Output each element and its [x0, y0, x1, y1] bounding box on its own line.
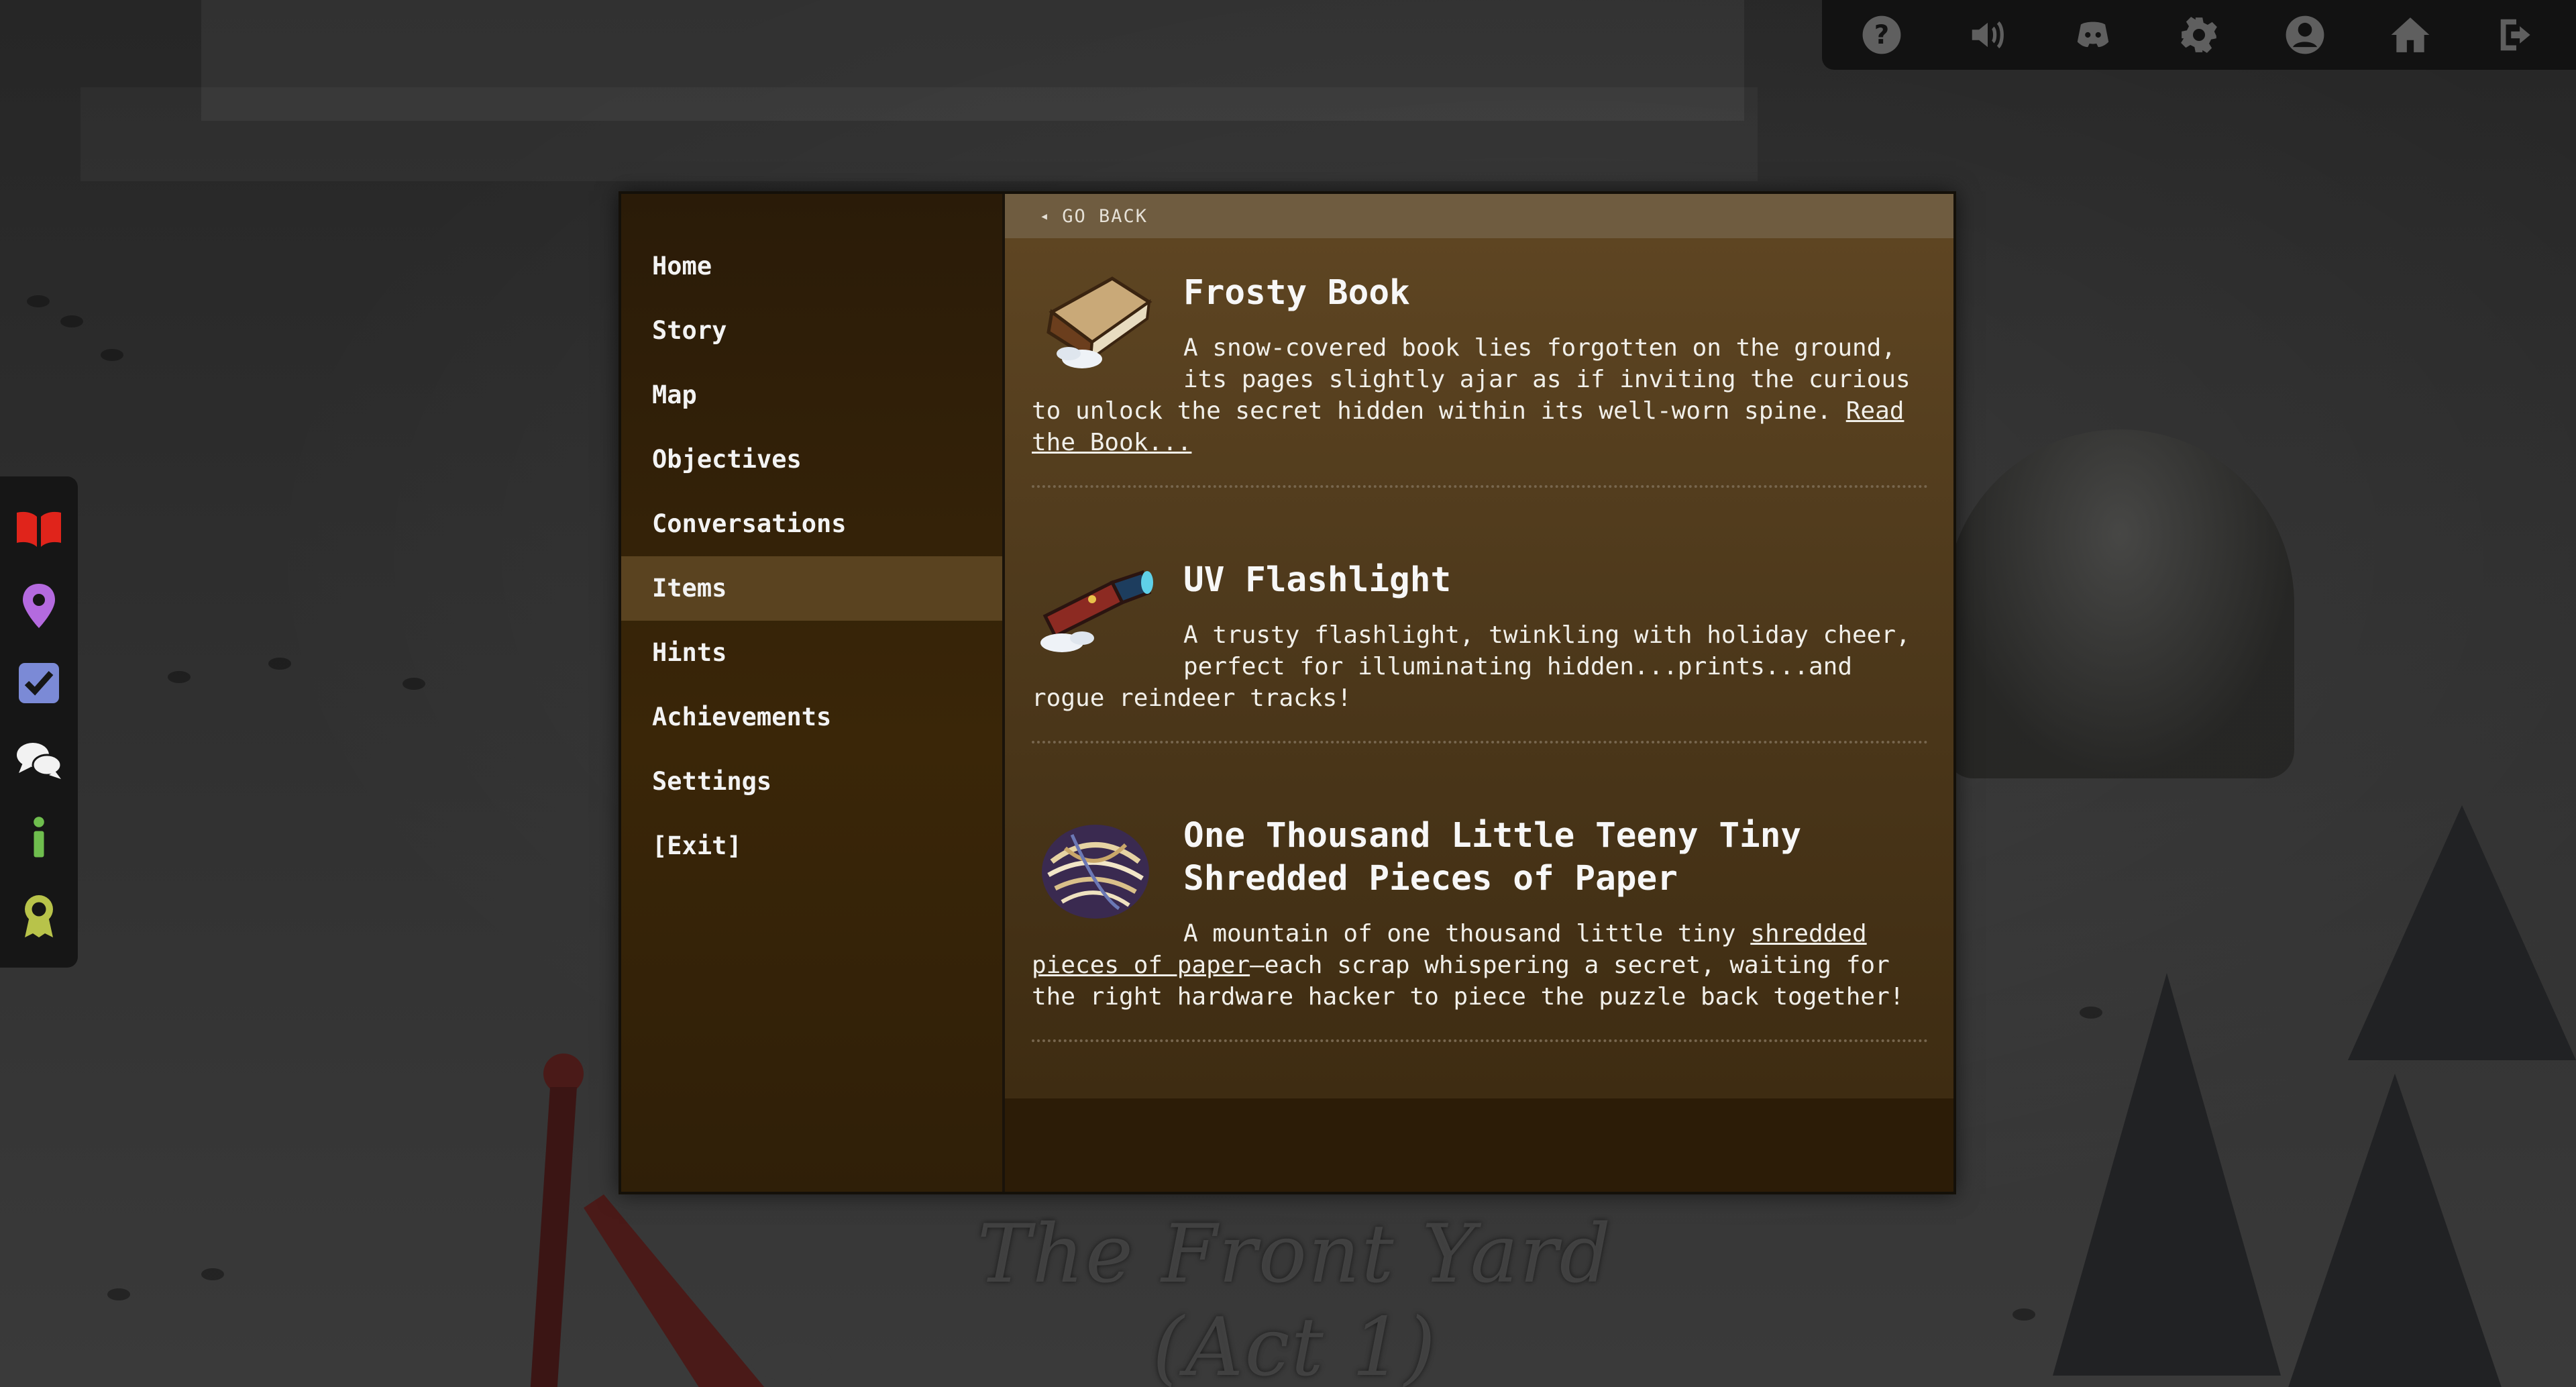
nav-item-settings[interactable]: Settings [621, 750, 1002, 814]
book-icon[interactable] [13, 503, 64, 554]
nav-item-conversations[interactable]: Conversations [621, 492, 1002, 556]
menu-navigation: Home Story Map Objectives Conversations … [621, 194, 1002, 1192]
footprint [168, 671, 191, 683]
list-item: UV Flashlight A trusty flashlight, twink… [1032, 525, 1928, 743]
snowy-pine-tree [2053, 973, 2281, 1376]
footprint [268, 658, 291, 670]
logout-icon[interactable] [2493, 11, 2540, 58]
nav-item-map[interactable]: Map [621, 363, 1002, 427]
go-back-label: GO BACK [1062, 205, 1148, 227]
snow-ledge [80, 87, 1758, 181]
achievement-badge-icon[interactable] [13, 890, 64, 941]
discord-icon[interactable] [2070, 11, 2116, 58]
nav-item-achievements[interactable]: Achievements [621, 685, 1002, 750]
list-item: One Thousand Little Teeny Tiny Shredded … [1032, 781, 1928, 1042]
nav-item-home[interactable]: Home [621, 234, 1002, 299]
nav-item-items[interactable]: Items [621, 556, 1002, 621]
footprint [402, 678, 425, 690]
snowy-pine-tree [2348, 805, 2576, 1060]
footprint [101, 349, 123, 361]
item-description-text: A mountain of one thousand little tiny [1183, 920, 1751, 947]
game-menu-dialog: Home Story Map Objectives Conversations … [619, 191, 1956, 1194]
yurt-hut [1945, 429, 2294, 778]
items-panel: ◂ GO BACK Frosty Book A snow-covered boo… [1002, 194, 1953, 1192]
uv-flashlight-icon [1040, 570, 1153, 652]
item-description: A mountain of one thousand little tiny s… [1032, 918, 1928, 1013]
footprint [107, 1288, 130, 1300]
nav-item-story[interactable]: Story [621, 299, 1002, 363]
svg-text:?: ? [1874, 20, 1889, 50]
items-list: Frosty Book A snow-covered book lies for… [1005, 238, 1953, 1098]
top-toolbar: ? [1822, 0, 2576, 70]
map-pin-icon[interactable] [13, 580, 64, 631]
settings-gear-icon[interactable] [2176, 11, 2222, 58]
item-description: A snow-covered book lies forgotten on th… [1032, 332, 1928, 458]
quick-access-sidebar [0, 476, 78, 968]
list-item: Frosty Book A snow-covered book lies for… [1032, 238, 1928, 488]
item-title: Frosty Book [1183, 273, 1410, 313]
location-title: The Front Yard (Act 1) [977, 1208, 1613, 1387]
item-title: UV Flashlight [1183, 560, 1452, 600]
footprint [27, 295, 50, 307]
item-title: One Thousand Little Teeny Tiny Shredded … [1183, 816, 1802, 898]
frosty-book-icon [1046, 276, 1152, 368]
footprint [60, 315, 83, 327]
nav-item-exit[interactable]: [Exit] [621, 814, 1002, 878]
item-description: A trusty flashlight, twinkling with holi… [1032, 621, 1911, 712]
dialog-footer [1005, 1098, 1953, 1192]
info-icon[interactable] [13, 813, 64, 864]
back-arrow-icon: ◂ [1040, 207, 1051, 225]
item-description-text: A snow-covered book lies forgotten on th… [1032, 334, 1911, 425]
user-account-icon[interactable] [2282, 11, 2328, 58]
snowy-pine-tree [2281, 1074, 2509, 1387]
footprint [2012, 1308, 2035, 1321]
nav-item-objectives[interactable]: Objectives [621, 427, 1002, 492]
go-back-button[interactable]: ◂ GO BACK [1005, 194, 1953, 238]
help-icon[interactable]: ? [1858, 11, 1905, 58]
conversations-chat-icon[interactable] [13, 735, 64, 786]
footprint [201, 1268, 224, 1280]
shredded-paper-icon [1042, 825, 1149, 919]
home-icon[interactable] [2387, 11, 2434, 58]
objectives-checkbox-icon[interactable] [13, 658, 64, 709]
nav-item-hints[interactable]: Hints [621, 621, 1002, 685]
volume-icon[interactable] [1964, 11, 2011, 58]
